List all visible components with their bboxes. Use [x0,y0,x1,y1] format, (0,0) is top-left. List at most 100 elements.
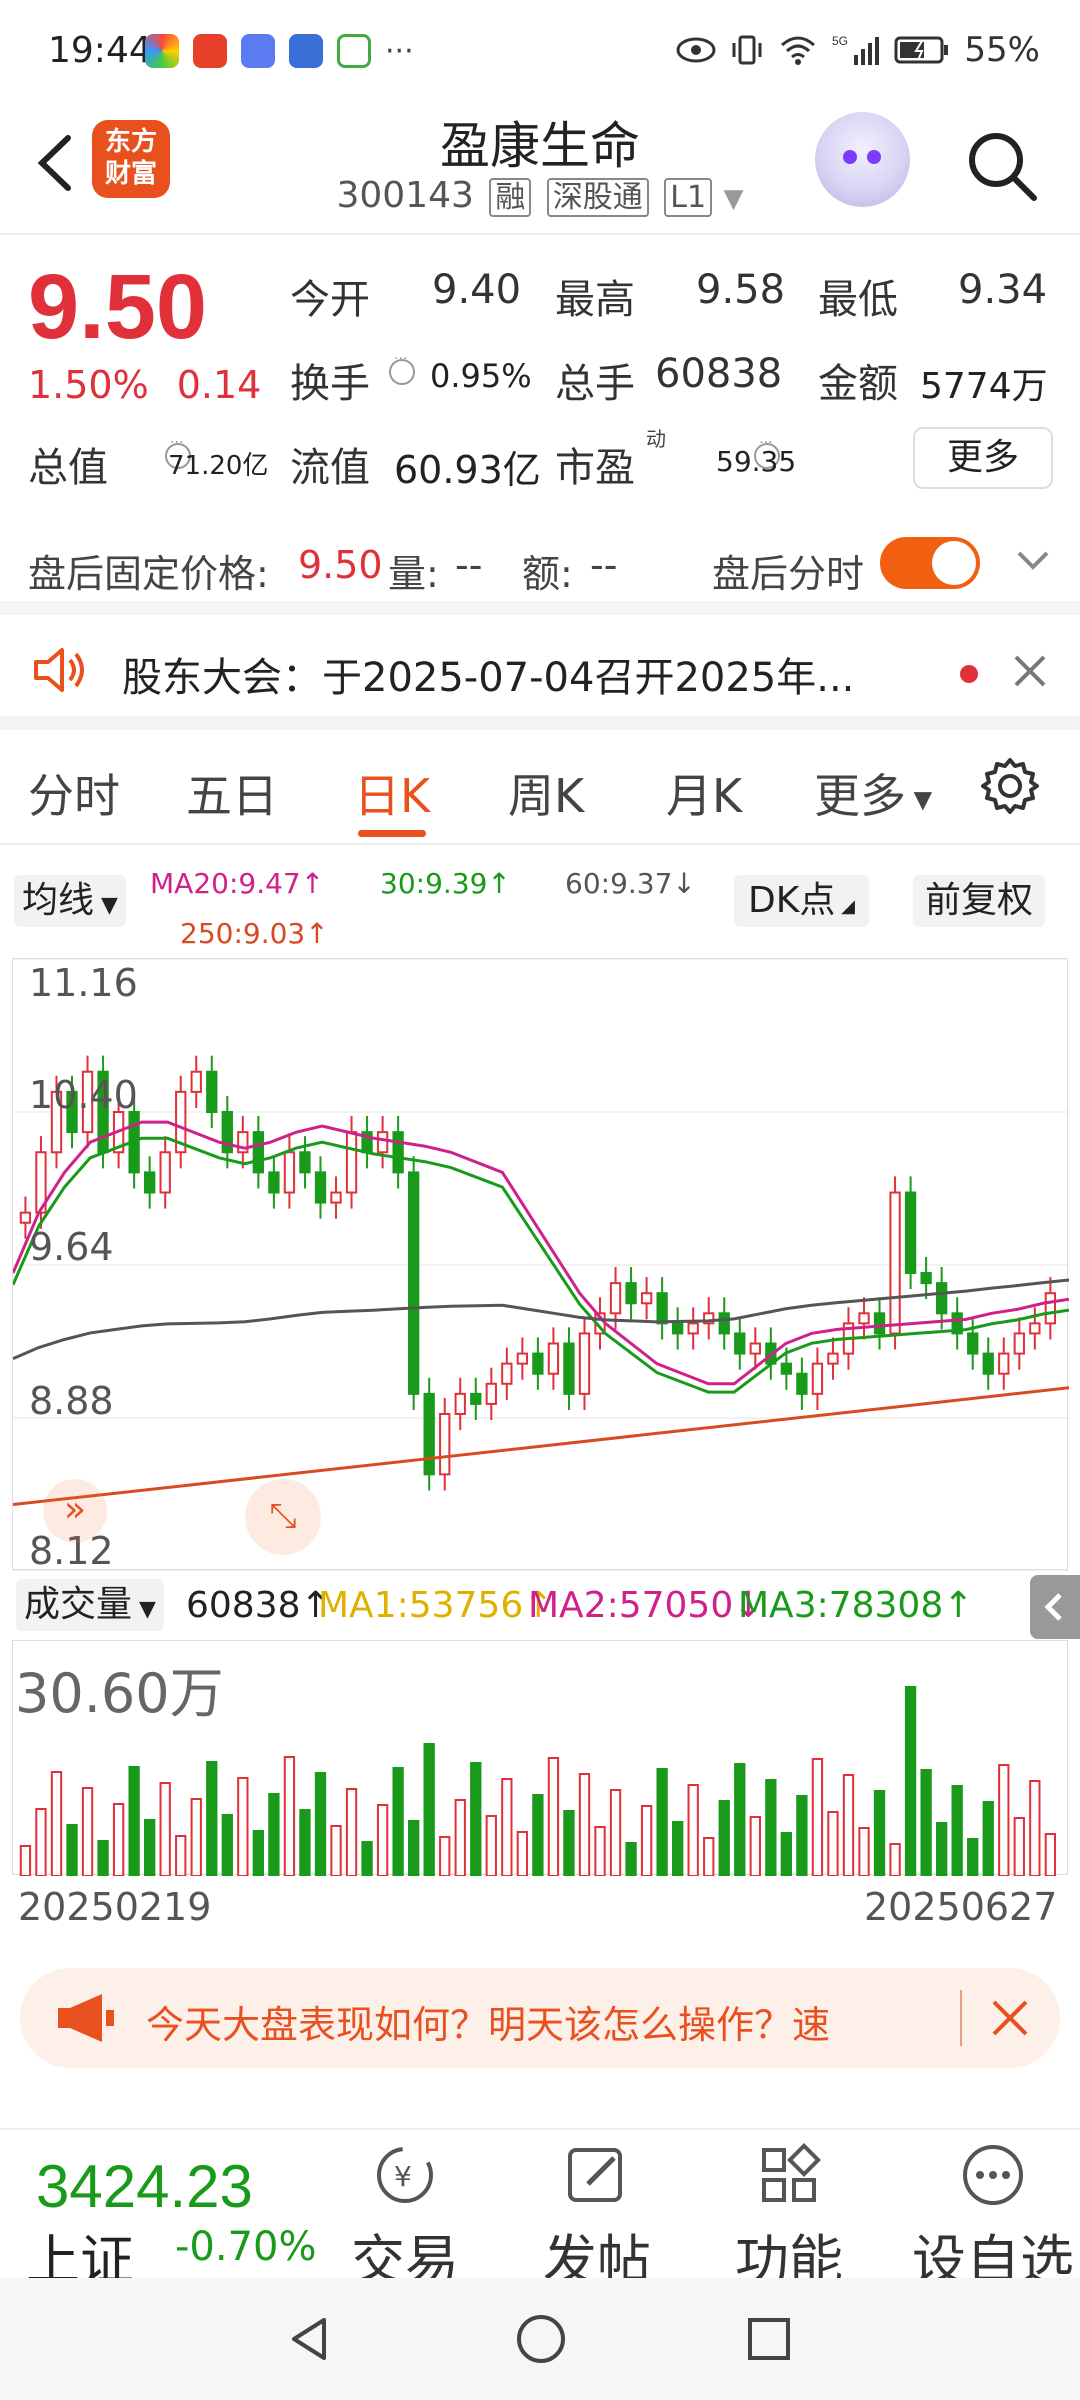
volume-bar [827,1811,839,1876]
tab-monthly-k[interactable]: 月K [666,760,742,826]
adjust-button[interactable]: 前复权 [913,875,1046,927]
post-button[interactable]: 发帖 [522,2140,672,2295]
candle-body [1029,1322,1041,1335]
volume-bar [376,1804,389,1876]
candle-body [873,1312,886,1335]
assistant-avatar[interactable] [815,112,910,207]
unread-dot [960,665,978,683]
volume-bar [703,1837,715,1876]
volume-bar [718,1800,730,1876]
volume-bar [128,1766,140,1876]
caret-down-icon[interactable]: ▼ [724,184,744,214]
volume-bar [439,1836,451,1876]
price-tick: 8.88 [29,1379,114,1423]
active-tab-indicator [358,830,426,837]
chevron-down-icon[interactable] [1015,545,1051,575]
index-value[interactable]: 3424.23 [36,2152,253,2221]
candle-body [376,1131,389,1154]
announcement-text[interactable]: 股东大会：于2025-07-04召开2025年... [122,645,854,703]
functions-button[interactable]: 功能 [714,2140,864,2295]
volume-bar [951,1785,963,1876]
trade-button[interactable]: ¥ 交易 [330,2140,480,2295]
after-hours-toggle[interactable] [880,537,980,589]
volume-bar [299,1809,311,1876]
battery-percent: 55% [964,30,1040,70]
info-icon[interactable] [389,351,415,385]
svg-text:5G: 5G [832,34,848,48]
volume-bar [1013,1817,1025,1876]
candle-body [485,1382,497,1405]
high-label: 最高 [555,277,635,323]
volume-bar [1029,1780,1041,1876]
candle-body [998,1352,1010,1375]
volume-bar [237,1777,249,1876]
volume-bar [858,1827,870,1876]
promo-banner[interactable]: 今天大盘表现如何？明天该怎么操作？速 [20,1968,1060,2068]
grid-icon [762,2143,821,2202]
volume-bar [314,1772,327,1876]
indicator-select[interactable]: 均线 ▼ [14,875,126,927]
banner-text[interactable]: 今天大盘表现如何？明天该怎么操作？速 [146,1994,830,2049]
candle-body [19,1211,32,1224]
volume-bar [408,1820,420,1876]
tab-five-day[interactable]: 五日 [186,760,278,826]
svg-text:¥: ¥ [394,2160,412,2193]
charging-icon [337,34,371,68]
volume-bar [283,1756,296,1876]
vol-ma2: MA2:57050↓ [528,1585,764,1626]
volume-bar [268,1793,280,1876]
ma250-line [13,1386,1069,1507]
add-watchlist-button[interactable]: 设自选 [906,2140,1080,2295]
candle-body [625,1282,637,1305]
tab-daily-k[interactable]: 日K [354,760,430,826]
announcement-bar[interactable]: 股东大会：于2025-07-04召开2025年... [0,615,1080,730]
volume-chart[interactable]: 30.60万 [12,1640,1068,1876]
scroll-right-icon[interactable]: » [43,1479,107,1543]
megaphone-icon [58,1994,114,2042]
vol-ma1: MA1:53756↑ [318,1585,554,1626]
collapse-panel-button[interactable] [1030,1575,1080,1639]
low-label: 最低 [818,277,898,323]
nav-back-icon[interactable] [284,2314,334,2364]
after-hours-amt-label: 额: [522,552,573,596]
volume-bar [516,1831,529,1876]
mktcap-value: 71.20亿 [168,451,269,481]
margin-tag: 融 [489,178,532,217]
more-quote-button[interactable]: 更多 [913,427,1053,489]
volume-bar [81,1787,94,1876]
volume-bar [563,1810,575,1876]
candlestick-chart[interactable]: 11.16 10.40 9.64 8.88 8.12 » ⤡ [12,958,1069,1573]
ma250-value: 250:9.03↑ [180,917,329,950]
volume-indicator-select[interactable]: 成交量 ▼ [16,1579,164,1631]
search-icon[interactable] [962,126,1042,206]
candle-body [330,1191,342,1204]
high-value: 9.58 [696,267,786,313]
nav-recent-icon[interactable] [744,2314,794,2364]
float-label: 流值 [290,445,370,491]
tab-weekly-k[interactable]: 周K [508,760,584,826]
banner-divider [960,1990,962,2046]
volume-bar [796,1795,808,1876]
close-icon[interactable] [1010,651,1050,691]
nav-home-icon[interactable] [514,2312,568,2366]
candle-body [408,1171,420,1395]
candle-body [672,1322,684,1335]
tab-intraday[interactable]: 分时 [28,760,120,826]
volume-bar [470,1762,482,1876]
candle-body [827,1352,839,1365]
candle-body [470,1392,482,1405]
close-banner-icon[interactable] [990,1998,1030,2038]
level-tag[interactable]: L1 [664,178,713,217]
status-bar: 19:44 ··· 5G 55% [0,0,1080,100]
tab-more[interactable]: 更多 ▼ [814,760,932,826]
expand-icon[interactable]: ⤡ [245,1479,321,1555]
volume-bar [765,1779,777,1876]
gear-icon[interactable] [980,756,1040,816]
candle-body [190,1070,202,1093]
eye-icon [676,37,716,63]
dk-points-button[interactable]: DK点 ◢ [734,875,869,927]
volume-bar [889,1843,901,1876]
low-value: 9.34 [958,267,1048,313]
volume-legend: 成交量 ▼ 60838↑ MA1:53756↑ MA2:57050↓ MA3:7… [12,1575,1080,1639]
app-notification-icon [193,34,227,68]
